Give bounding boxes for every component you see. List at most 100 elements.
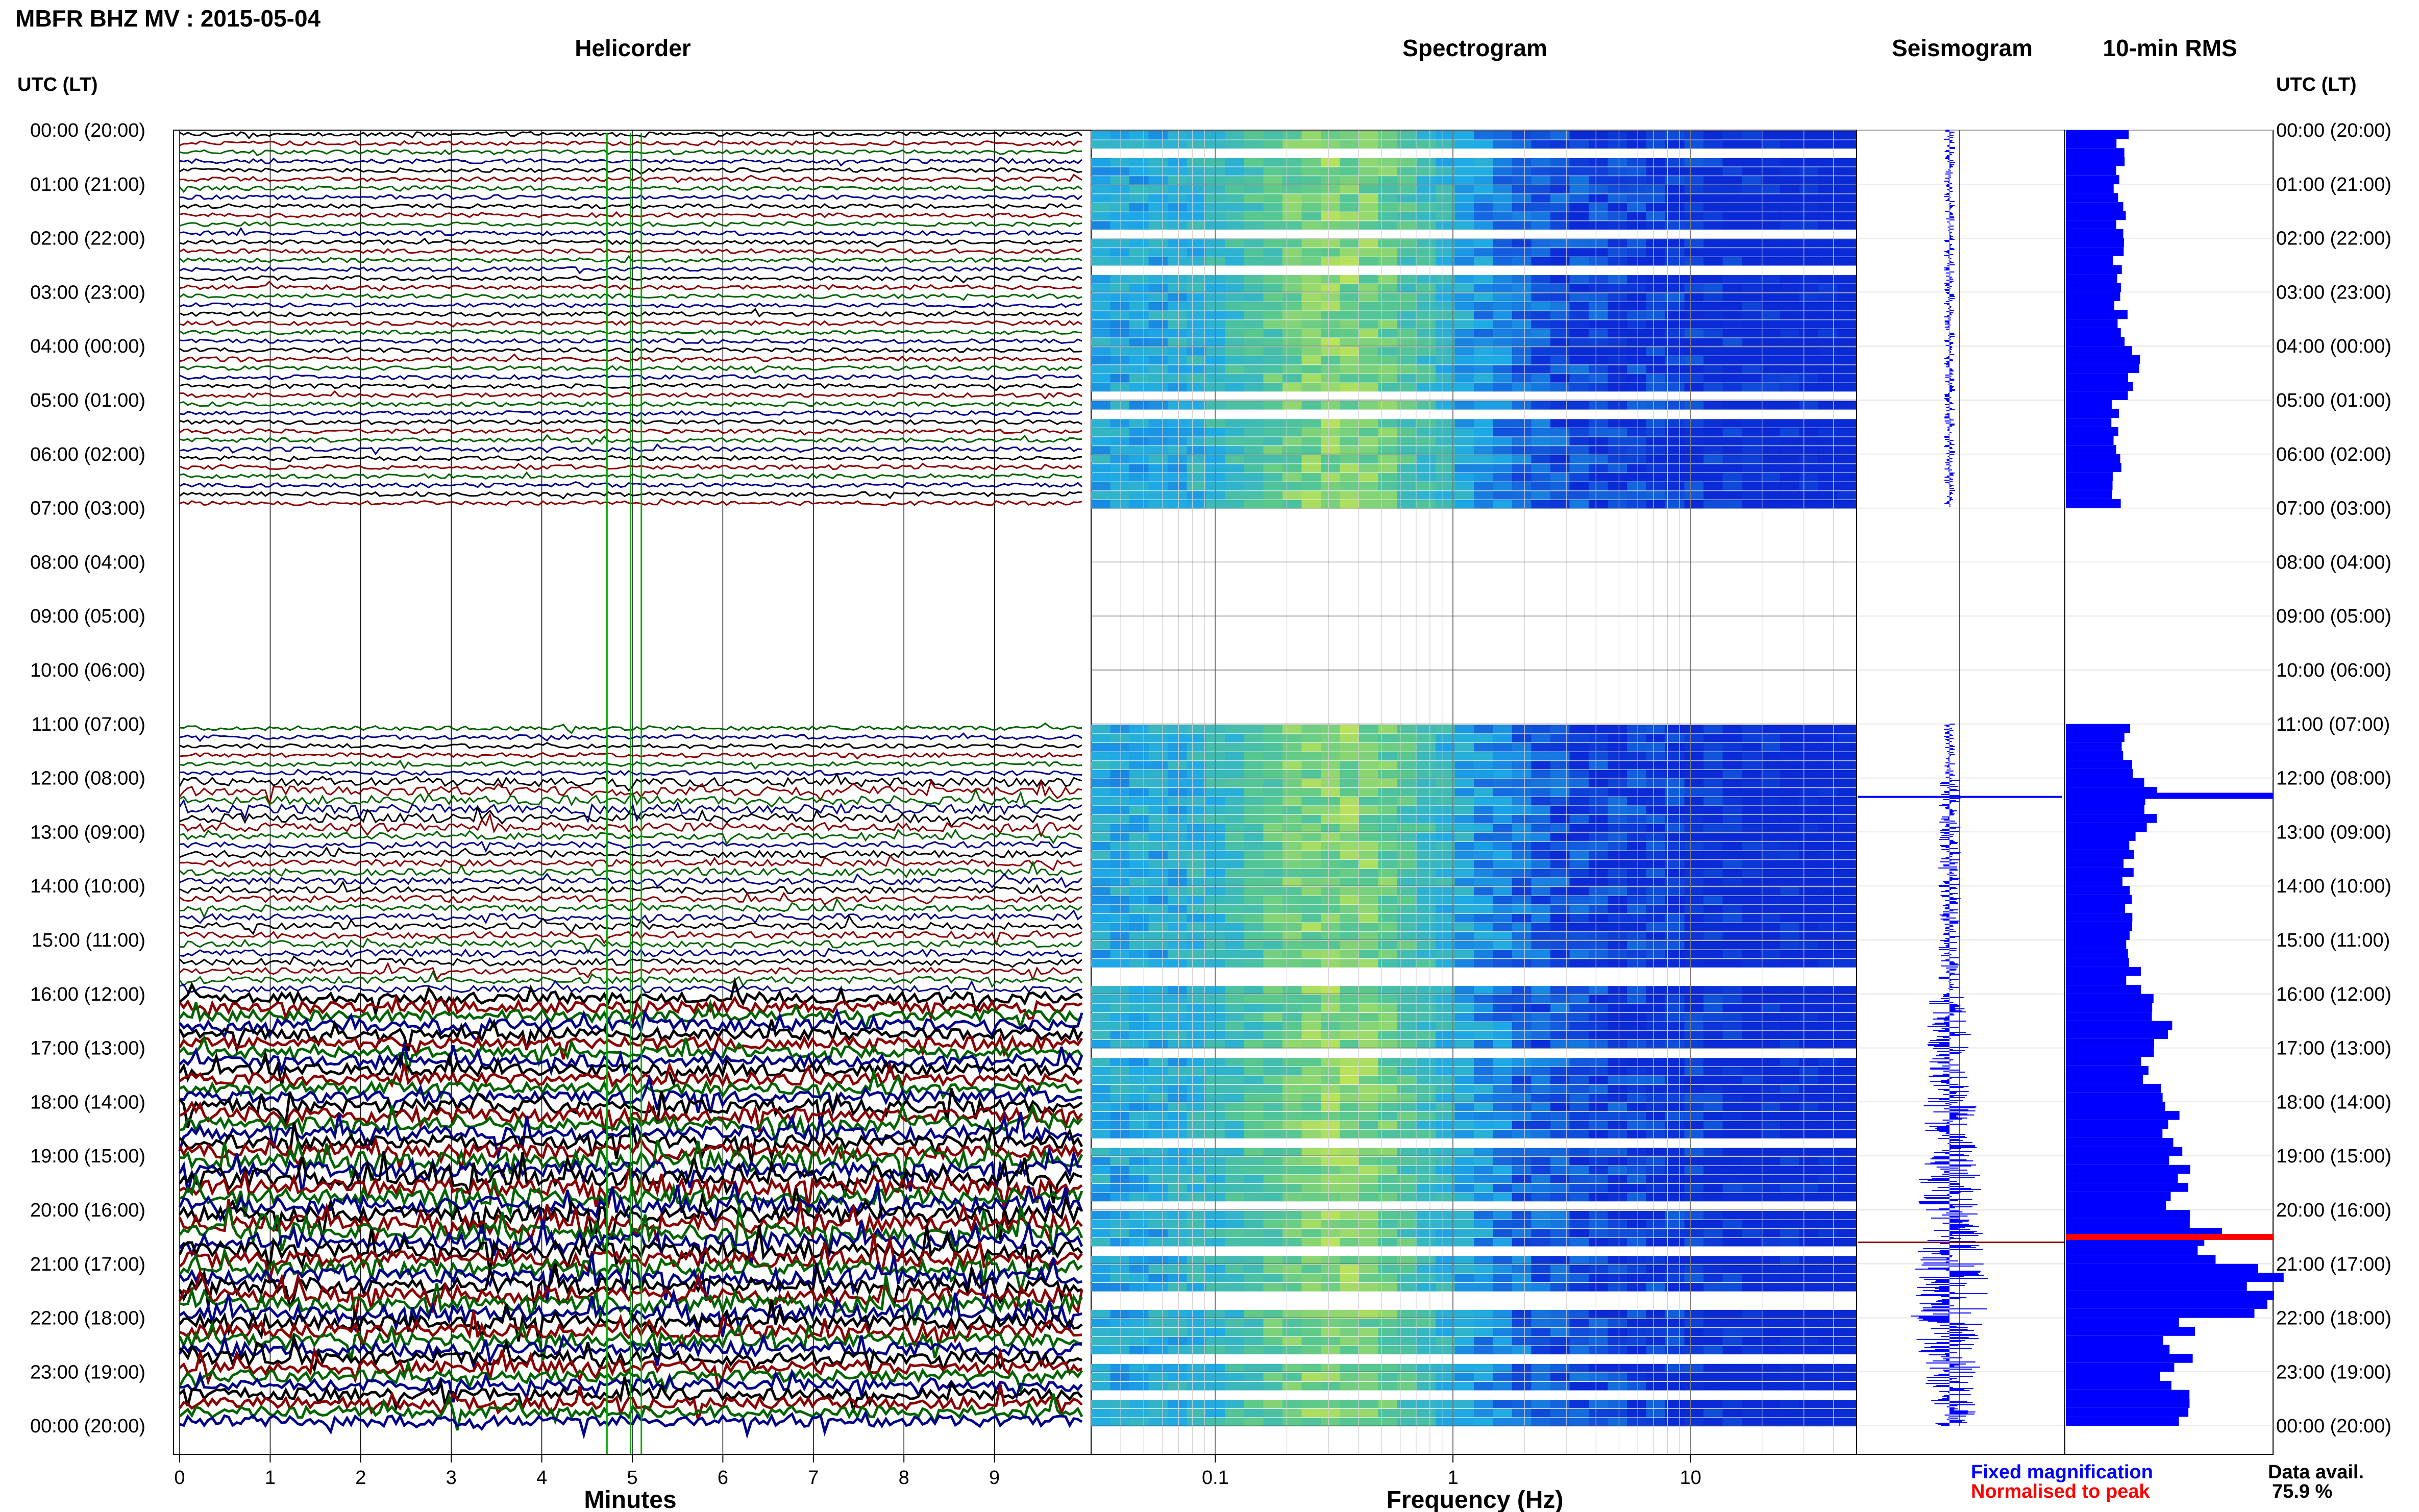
spectrogram-cell: [1474, 437, 1494, 446]
spectrogram-cell: [1531, 293, 1551, 302]
spectrogram-cell: [1493, 257, 1513, 266]
spectrogram-cell: [1091, 212, 1111, 221]
spectrogram-cell: [1493, 914, 1513, 923]
spectrogram-cell: [1684, 806, 1704, 815]
minute-tick-label: 9: [989, 1467, 1000, 1489]
time-tick-label-right: 14:00 (10:00): [2276, 876, 2391, 897]
spectrogram-cell: [1608, 1310, 1627, 1319]
spectrogram-cell: [1436, 869, 1455, 878]
spectrogram-cell: [1321, 329, 1341, 338]
time-tick-label-left: 21:00 (17:00): [30, 1254, 145, 1275]
spectrogram-cell: [1780, 905, 1800, 914]
spectrogram-cell: [1722, 1013, 1742, 1022]
spectrogram-cell: [1742, 1121, 1762, 1130]
spectrogram-cell: [1818, 806, 1838, 815]
rms-bar: [2066, 445, 2116, 454]
spectrogram-cell: [1244, 788, 1264, 797]
spectrogram-cell: [1722, 779, 1742, 788]
time-tick-label-right: 19:00 (15:00): [2276, 1146, 2391, 1167]
spectrogram-cell: [1187, 752, 1206, 761]
spectrogram-cell: [1225, 203, 1245, 212]
spectrogram-cell: [1321, 365, 1341, 374]
spectrogram-cell: [1225, 293, 1245, 302]
spectrogram-cell: [1722, 1229, 1742, 1237]
spectrogram-cell: [1665, 167, 1685, 176]
spectrogram-cell: [1837, 158, 1857, 167]
spectrogram-cell: [1454, 1094, 1474, 1103]
spectrogram-cell: [1301, 1382, 1321, 1391]
spectrogram-cell: [1704, 905, 1723, 914]
spectrogram-cell: [1512, 212, 1532, 221]
spectrogram-cell: [1646, 383, 1666, 392]
spectrogram-cell: [1263, 932, 1283, 940]
spectrogram-cell: [1627, 1237, 1647, 1247]
spectrogram-cell: [1168, 1193, 1188, 1202]
spectrogram-cell: [1244, 815, 1264, 824]
spectrogram-cell: [1454, 932, 1474, 940]
spectrogram-cell: [1608, 194, 1627, 203]
spectrogram-cell: [1301, 986, 1321, 995]
spectrogram-cell: [1608, 752, 1627, 761]
spectrogram-cell: [1321, 1274, 1341, 1282]
spectrogram-cell: [1091, 806, 1111, 815]
spectrogram-cell: [1818, 1067, 1838, 1076]
spectrogram-cell: [1416, 239, 1436, 248]
spectrogram-cell: [1818, 1094, 1838, 1103]
spectrogram-cell: [1608, 860, 1627, 869]
spectrogram-cell: [1780, 914, 1800, 923]
spectrogram-cell: [1110, 752, 1130, 761]
spectrogram-cell: [1474, 734, 1494, 742]
spectrogram-cell: [1722, 1346, 1742, 1355]
spectrogram-cell: [1569, 212, 1589, 221]
spectrogram-cell: [1512, 500, 1532, 509]
spectrogram-cell: [1531, 1319, 1551, 1328]
spectrogram-cell: [1301, 770, 1321, 779]
spectrogram-cell: [1225, 302, 1245, 311]
spectrogram-cell: [1646, 275, 1666, 284]
spectrogram-cell: [1704, 356, 1723, 365]
spectrogram-cell: [1818, 1310, 1838, 1319]
spectrogram-cell: [1627, 1193, 1647, 1202]
spectrogram-cell: [1263, 788, 1283, 797]
spectrogram-cell: [1761, 1408, 1781, 1418]
spectrogram-cell: [1187, 257, 1206, 266]
spectrogram-cell: [1359, 779, 1379, 788]
spectrogram-cell: [1665, 995, 1685, 1004]
spectrogram-cell: [1301, 1346, 1321, 1355]
spectrogram-cell: [1722, 293, 1742, 302]
spectrogram-cell: [1168, 1013, 1188, 1022]
spectrogram-cell: [1761, 1175, 1781, 1184]
spectrogram-cell: [1436, 491, 1455, 500]
spectrogram-cell: [1416, 302, 1436, 311]
spectrogram-cell: [1531, 860, 1551, 869]
spectrogram-cell: [1359, 1148, 1379, 1157]
spectrogram-cell: [1646, 1004, 1666, 1012]
spectrogram-cell: [1665, 1310, 1685, 1319]
spectrogram-cell: [1340, 1346, 1360, 1355]
spectrogram-cell: [1244, 887, 1264, 896]
spectrogram-cell: [1531, 770, 1551, 779]
spectrogram-cell: [1244, 428, 1264, 437]
rms-bar: [2066, 733, 2125, 742]
spectrogram-cell: [1837, 941, 1857, 950]
spectrogram-cell: [1493, 743, 1513, 752]
spectrogram-cell: [1282, 473, 1302, 482]
spectrogram-cell: [1531, 1148, 1551, 1157]
rms-bar: [2066, 256, 2113, 265]
spectrogram-cell: [1608, 806, 1627, 815]
spectrogram-cell: [1704, 1094, 1723, 1103]
spectrogram-cell: [1722, 1175, 1742, 1184]
spectrogram-cell: [1589, 1121, 1609, 1130]
spectrogram-cell: [1550, 455, 1570, 464]
spectrogram-cell: [1359, 320, 1379, 329]
spectrogram-cell: [1091, 923, 1111, 932]
spectrogram-cell: [1646, 995, 1666, 1004]
spectrogram-cell: [1608, 1184, 1627, 1193]
spectrogram-cell: [1665, 1265, 1685, 1274]
rms-bar: [2066, 1137, 2174, 1147]
spectrogram-cell: [1493, 1229, 1513, 1237]
spectrogram-cell: [1416, 1103, 1436, 1111]
spectrogram-cell: [1168, 734, 1188, 742]
spectrogram-cell: [1168, 167, 1188, 176]
spectrogram-cell: [1321, 878, 1341, 887]
